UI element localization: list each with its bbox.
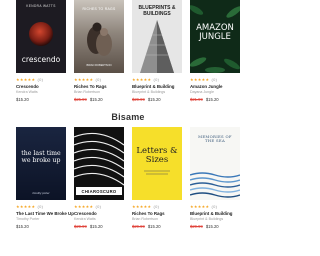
product-price: $21.99 $15.20 [190, 97, 219, 102]
product-title[interactable]: Blueprint & Building [132, 84, 182, 89]
product-row: the last time we broke up timothy porter… [0, 127, 256, 229]
product-title[interactable]: Crescendo [16, 84, 66, 89]
product-price: $29.99 $15.20 [74, 224, 103, 229]
product-price: $15.20 [16, 97, 29, 102]
product-author: Brian Robertson [132, 217, 158, 221]
book-cover-memories-sea[interactable]: MEMORIES OF THE SEA [190, 127, 240, 200]
product-author: Blueprint & Buildings [132, 90, 166, 94]
rating-stars: ★★★★★ (0) [16, 77, 44, 82]
product-author: Kendra Watts [74, 217, 96, 221]
product-author: Kendra Watts [16, 90, 38, 94]
book-cover-letters-sizes[interactable]: Letters & Sizes [132, 127, 182, 200]
product-price: $29.99 $15.20 [190, 224, 219, 229]
product-card[interactable]: RICHES TO RAGS BRIAN ROBERTSON ★★★★★ (0) … [74, 0, 124, 102]
subtitle-lines [144, 170, 170, 175]
product-price: $29.99 $15.20 [132, 97, 161, 102]
book-cover-riches-to-rags[interactable]: RICHES TO RAGS BRIAN ROBERTSON [74, 0, 124, 73]
book-cover-last-time[interactable]: the last time we broke up timothy porter [16, 127, 66, 200]
product-price: $15.20 [16, 224, 29, 229]
book-cover-blueprints[interactable]: BLUEPRINTS & BUILDINGS [132, 0, 182, 73]
rating-stars: ★★★★★ (0) [190, 77, 218, 82]
product-title[interactable]: Riches To Rags [74, 84, 124, 89]
cover-title: crescendo [21, 55, 61, 64]
product-row: KENDRA WATTS crescendo ★★★★★ (0) Crescend… [0, 0, 256, 102]
product-title[interactable]: Blueprint & Building [190, 211, 240, 216]
product-card[interactable]: AMAZON JUNGLE ★★★★★ (0) Amazon Jungle Day… [190, 0, 240, 102]
cover-author: BRIAN ROBERTSON [86, 64, 112, 67]
couple-photo [87, 22, 112, 56]
product-title[interactable]: Riches To Rags [132, 211, 182, 216]
rating-stars: ★★★★★ (0) [74, 77, 102, 82]
product-card[interactable]: KENDRA WATTS crescendo ★★★★★ (0) Crescend… [16, 0, 66, 102]
rating-stars: ★★★★★ (0) [74, 204, 102, 209]
wave-pattern [190, 172, 240, 198]
rating-stars: ★★★★★ (0) [132, 77, 160, 82]
product-card[interactable]: the last time we broke up timothy porter… [16, 127, 74, 229]
book-cover-crescendo[interactable]: KENDRA WATTS crescendo [16, 0, 66, 73]
product-title[interactable]: Crescendo [74, 211, 124, 216]
product-card[interactable]: BLUEPRINTS & BUILDINGS ★★★★★ (0) Blueprin… [132, 0, 182, 102]
cover-author: KENDRA WATTS [26, 4, 56, 8]
product-card[interactable]: Letters & Sizes ★★★★★ (0) Riches To Rags … [132, 127, 182, 229]
cover-author: timothy porter [32, 191, 50, 195]
rating-stars: ★★★★★ (0) [190, 204, 218, 209]
brand-watermark: Bisame [0, 112, 256, 122]
product-title[interactable]: Amazon Jungle [190, 84, 240, 89]
book-cover-amazon-jungle[interactable]: AMAZON JUNGLE [190, 0, 240, 73]
cover-title: BLUEPRINTS & BUILDINGS [138, 5, 176, 17]
product-price: $29.99 $15.20 [132, 224, 161, 229]
product-author: Blueprint & Buildings [190, 217, 224, 221]
rating-stars: ★★★★★ (0) [16, 204, 44, 209]
product-card[interactable]: MEMORIES OF THE SEA ★★★★★ (0) Blueprint &… [190, 127, 240, 229]
cover-title: CHIAROSCURO [81, 188, 117, 194]
product-author: Brian Robertson [74, 90, 100, 94]
product-title[interactable]: The Last Time We Broke Up [16, 211, 74, 216]
product-card[interactable]: CHIAROSCURO ★★★★★ (0) Crescendo Kendra Wa… [74, 127, 124, 229]
product-price: $25.99 $15.20 [74, 97, 103, 102]
rating-stars: ★★★★★ (0) [132, 204, 160, 209]
cover-title: AMAZON JUNGLE [196, 23, 234, 42]
product-author: Timothy Porter [16, 217, 40, 221]
cover-title: the last time we broke up [21, 150, 61, 164]
product-author: Dayana Jungle [190, 90, 214, 94]
book-cover-chiaroscuro[interactable]: CHIAROSCURO [74, 127, 124, 200]
